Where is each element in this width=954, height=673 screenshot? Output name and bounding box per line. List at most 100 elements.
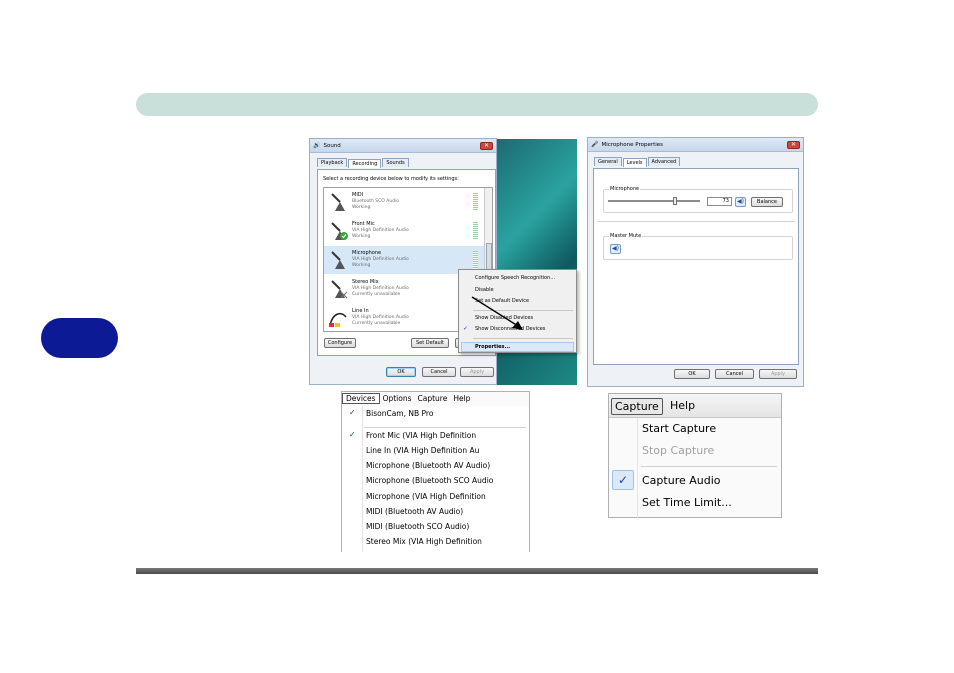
list-item[interactable]: MIDI Bluetooth SCO Audio Working xyxy=(324,188,484,216)
check-icon: ✓ xyxy=(349,430,356,439)
microphone-icon xyxy=(331,193,345,211)
menubar: Capture Help xyxy=(609,394,781,418)
tab-levels[interactable]: Levels xyxy=(622,158,647,167)
menu-item[interactable]: Front Mic (VIA High Definition xyxy=(366,431,476,440)
devices-menu: Devices Options Capture Help ✓ BisonCam,… xyxy=(341,391,530,552)
device-driver: VIA High Definition Audio xyxy=(352,315,409,320)
capture-menu: Capture Help Start Capture Stop Capture … xyxy=(608,393,782,518)
menu-item[interactable]: Line In (VIA High Definition Au xyxy=(366,446,479,455)
menu-item-stop-capture[interactable]: Stop Capture xyxy=(642,444,714,457)
header-bar xyxy=(136,93,818,116)
device-status: Working xyxy=(352,205,371,210)
mic-props-titlebar: 🎤 Microphone Properties xyxy=(588,138,803,152)
device-name: Line In xyxy=(352,308,369,314)
device-status: Currently unavailable xyxy=(352,292,401,297)
menu-item[interactable]: MIDI (Bluetooth SCO Audio) xyxy=(366,522,469,531)
device-name: Stereo Mix xyxy=(352,279,379,285)
cancel-button[interactable]: Cancel xyxy=(715,369,754,379)
menu-gutter xyxy=(637,418,638,518)
volume-slider[interactable] xyxy=(608,200,700,202)
tab-general[interactable]: General xyxy=(594,157,622,166)
microphone-properties-dialog: 🎤 Microphone Properties ✕ General Levels… xyxy=(587,137,804,387)
menu-item-properties[interactable]: Properties... xyxy=(475,344,510,350)
device-driver: VIA High Definition Audio xyxy=(352,286,409,291)
apply-button[interactable]: Apply xyxy=(759,369,797,379)
master-mute-group: Master Mute ◀) xyxy=(603,233,793,260)
close-button[interactable]: ✕ xyxy=(480,142,493,150)
microphone-icon xyxy=(331,280,348,299)
mic-props-tabs: General Levels Advanced xyxy=(588,152,803,167)
microphone-icon xyxy=(331,222,348,240)
close-button[interactable]: ✕ xyxy=(787,141,800,149)
level-meter xyxy=(473,251,478,269)
list-item[interactable]: Front Mic VIA High Definition Audio Work… xyxy=(324,217,484,245)
device-name: MIDI xyxy=(352,192,364,198)
level-meter xyxy=(473,222,478,240)
menu-options[interactable]: Options xyxy=(380,394,415,403)
cancel-button[interactable]: Cancel xyxy=(422,367,456,377)
menu-item[interactable]: BisonCam, NB Pro xyxy=(366,409,433,418)
tab-advanced[interactable]: Advanced xyxy=(647,157,681,166)
device-driver: Bluetooth SCO Audio xyxy=(352,199,400,204)
menu-item-disable[interactable]: Disable xyxy=(475,287,494,293)
device-name: Microphone xyxy=(352,250,382,256)
menu-item[interactable]: Microphone (Bluetooth AV Audio) xyxy=(366,461,490,470)
menu-help[interactable]: Help xyxy=(667,398,698,413)
tab-playback[interactable]: Playback xyxy=(317,158,348,167)
pointer-arrow-icon xyxy=(471,296,523,330)
line-in-cable-icon xyxy=(329,312,347,327)
sound-title: Sound xyxy=(323,142,341,149)
menu-devices[interactable]: Devices xyxy=(342,393,380,404)
microphone-icon: 🎤 xyxy=(591,141,599,148)
configure-button[interactable]: Configure xyxy=(324,338,356,348)
set-default-button[interactable]: Set Default xyxy=(411,338,449,348)
group-label: Master Mute xyxy=(609,233,643,239)
menu-separator xyxy=(473,338,573,339)
menu-separator xyxy=(641,466,777,467)
sound-titlebar: 🔊 Sound xyxy=(310,139,496,153)
footer-rule xyxy=(136,568,818,574)
check-icon: ✓ xyxy=(349,408,356,417)
device-name: Front Mic xyxy=(352,221,375,227)
menu-item[interactable]: Microphone (Bluetooth SCO Audio xyxy=(366,476,493,485)
chapter-tab xyxy=(41,318,118,358)
ok-button[interactable]: OK xyxy=(386,367,416,377)
device-status: Working xyxy=(352,234,371,239)
mic-props-title: Microphone Properties xyxy=(601,141,664,148)
device-driver: VIA High Definition Audio xyxy=(352,257,409,262)
device-driver: VIA High Definition Audio xyxy=(352,228,409,233)
menu-capture[interactable]: Capture xyxy=(415,394,451,403)
menu-gutter xyxy=(362,406,363,552)
menu-item[interactable]: MIDI (Bluetooth AV Audio) xyxy=(366,507,463,516)
menu-item[interactable]: Stereo Mix (VIA High Definition xyxy=(366,537,482,546)
tab-sounds[interactable]: Sounds xyxy=(382,158,409,167)
check-icon: ✓ xyxy=(612,470,634,490)
balance-button[interactable]: Balance xyxy=(751,197,783,207)
divider xyxy=(598,221,794,222)
menu-capture[interactable]: Capture xyxy=(611,398,663,415)
devices-dropdown: ✓ BisonCam, NB Pro ✓ Front Mic (VIA High… xyxy=(342,406,529,552)
speaker-icon[interactable]: ◀) xyxy=(610,244,621,254)
menu-help[interactable]: Help xyxy=(450,394,473,403)
volume-slider-thumb[interactable] xyxy=(673,197,678,205)
speaker-icon[interactable]: ◀) xyxy=(735,197,746,207)
apply-button[interactable]: Apply xyxy=(460,367,494,377)
tab-recording[interactable]: Recording xyxy=(348,159,382,168)
level-meter xyxy=(473,193,478,211)
menu-item[interactable]: Microphone (VIA High Definition xyxy=(366,492,486,501)
menu-item-configure-speech[interactable]: Configure Speech Recognition... xyxy=(475,275,555,281)
microphone-icon xyxy=(331,251,345,269)
menu-separator xyxy=(364,427,526,428)
menu-item-capture-audio[interactable]: Capture Audio xyxy=(642,474,721,487)
volume-input[interactable]: 73 xyxy=(707,197,732,206)
menubar: Devices Options Capture Help xyxy=(342,392,529,405)
microphone-group: Microphone 73 ◀) Balance xyxy=(603,186,793,213)
menu-item-start-capture[interactable]: Start Capture xyxy=(642,422,716,435)
speaker-icon: 🔊 xyxy=(313,142,321,149)
ok-button[interactable]: OK xyxy=(674,369,710,379)
sound-tabs: Playback Recording Sounds xyxy=(310,153,496,168)
instruction-text: Select a recording device below to modif… xyxy=(323,176,459,182)
menu-item-set-time-limit[interactable]: Set Time Limit... xyxy=(642,496,732,509)
device-status: Currently unavailable xyxy=(352,321,401,326)
device-status: Working xyxy=(352,263,371,268)
